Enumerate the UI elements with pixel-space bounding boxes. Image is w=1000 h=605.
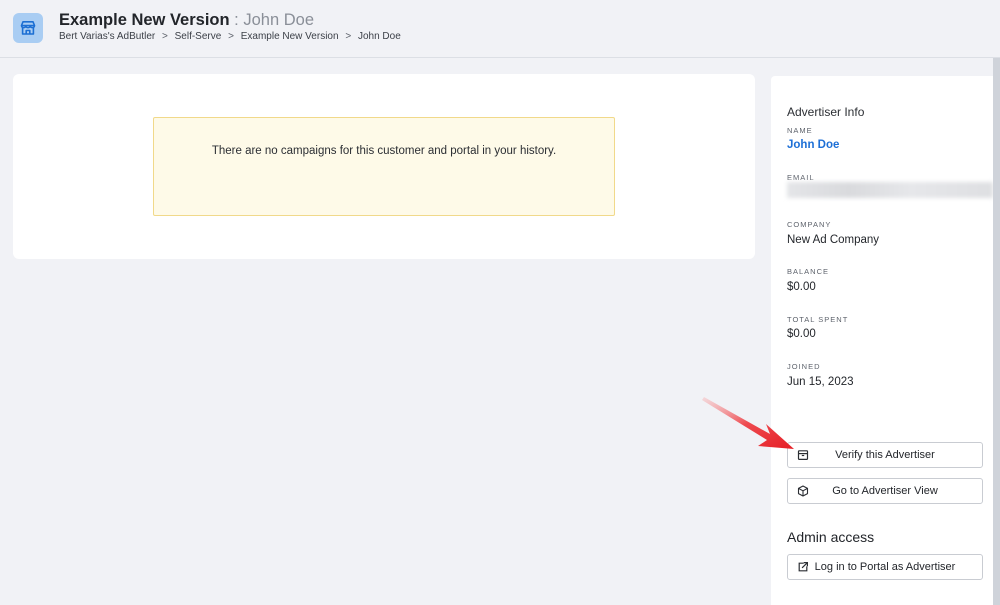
cube-icon [797, 485, 809, 497]
portal-login-label: Log in to Portal as Advertiser [814, 561, 956, 573]
notice-text: There are no campaigns for this customer… [211, 145, 557, 157]
name-label: NAME [787, 126, 813, 135]
annotation-arrow-icon [700, 394, 800, 458]
breadcrumb-item[interactable]: Bert Varias's AdButler [59, 31, 155, 42]
store-icon [13, 13, 43, 43]
company-value: New Ad Company [787, 234, 880, 246]
verify-advertiser-label: Verify this Advertiser [835, 449, 935, 461]
admin-access-heading: Admin access [787, 529, 875, 545]
balance-label: BALANCE [787, 267, 830, 276]
balance-value: $0.00 [787, 281, 816, 293]
panel-title: Advertiser Info [787, 105, 865, 119]
page-title: Example New Version : John Doe [59, 11, 314, 30]
page-header: Example New Version : John Doe Bert Vari… [0, 0, 1000, 58]
external-link-icon [797, 561, 809, 573]
total-spent-label: TOTAL SPENT [787, 315, 849, 324]
email-value-redacted [787, 182, 993, 198]
breadcrumb-item: John Doe [357, 31, 401, 42]
advertiser-name-link[interactable]: John Doe [787, 139, 839, 151]
portal-login-button[interactable]: Log in to Portal as Advertiser [787, 554, 983, 580]
verify-advertiser-button[interactable]: Verify this Advertiser [787, 442, 983, 468]
empty-campaigns-notice: There are no campaigns for this customer… [153, 117, 615, 216]
breadcrumb-item[interactable]: Example New Version [241, 31, 339, 42]
breadcrumb-separator: > [228, 31, 234, 42]
joined-label: JOINED [787, 362, 821, 371]
breadcrumb-separator: > [162, 31, 168, 42]
campaigns-card: There are no campaigns for this customer… [13, 74, 755, 259]
total-spent-value: $0.00 [787, 328, 816, 340]
advertiser-view-button[interactable]: Go to Advertiser View [787, 478, 983, 504]
page-title-main: Example New Version [59, 11, 230, 29]
breadcrumb-separator: > [345, 31, 352, 42]
advertiser-info-panel: Advertiser Info NAME John Doe EMAIL COMP… [771, 76, 993, 605]
page-title-separator: : [234, 11, 239, 29]
breadcrumb-item[interactable]: Self-Serve [175, 31, 222, 42]
company-label: COMPANY [787, 220, 832, 229]
page-scrollbar[interactable] [993, 58, 1000, 605]
email-label: EMAIL [787, 173, 815, 182]
advertiser-view-label: Go to Advertiser View [832, 485, 938, 497]
joined-value: Jun 15, 2023 [787, 376, 854, 388]
breadcrumb: Bert Varias's AdButler > Self-Serve > Ex… [59, 31, 401, 42]
page-title-subtitle: John Doe [243, 11, 314, 29]
